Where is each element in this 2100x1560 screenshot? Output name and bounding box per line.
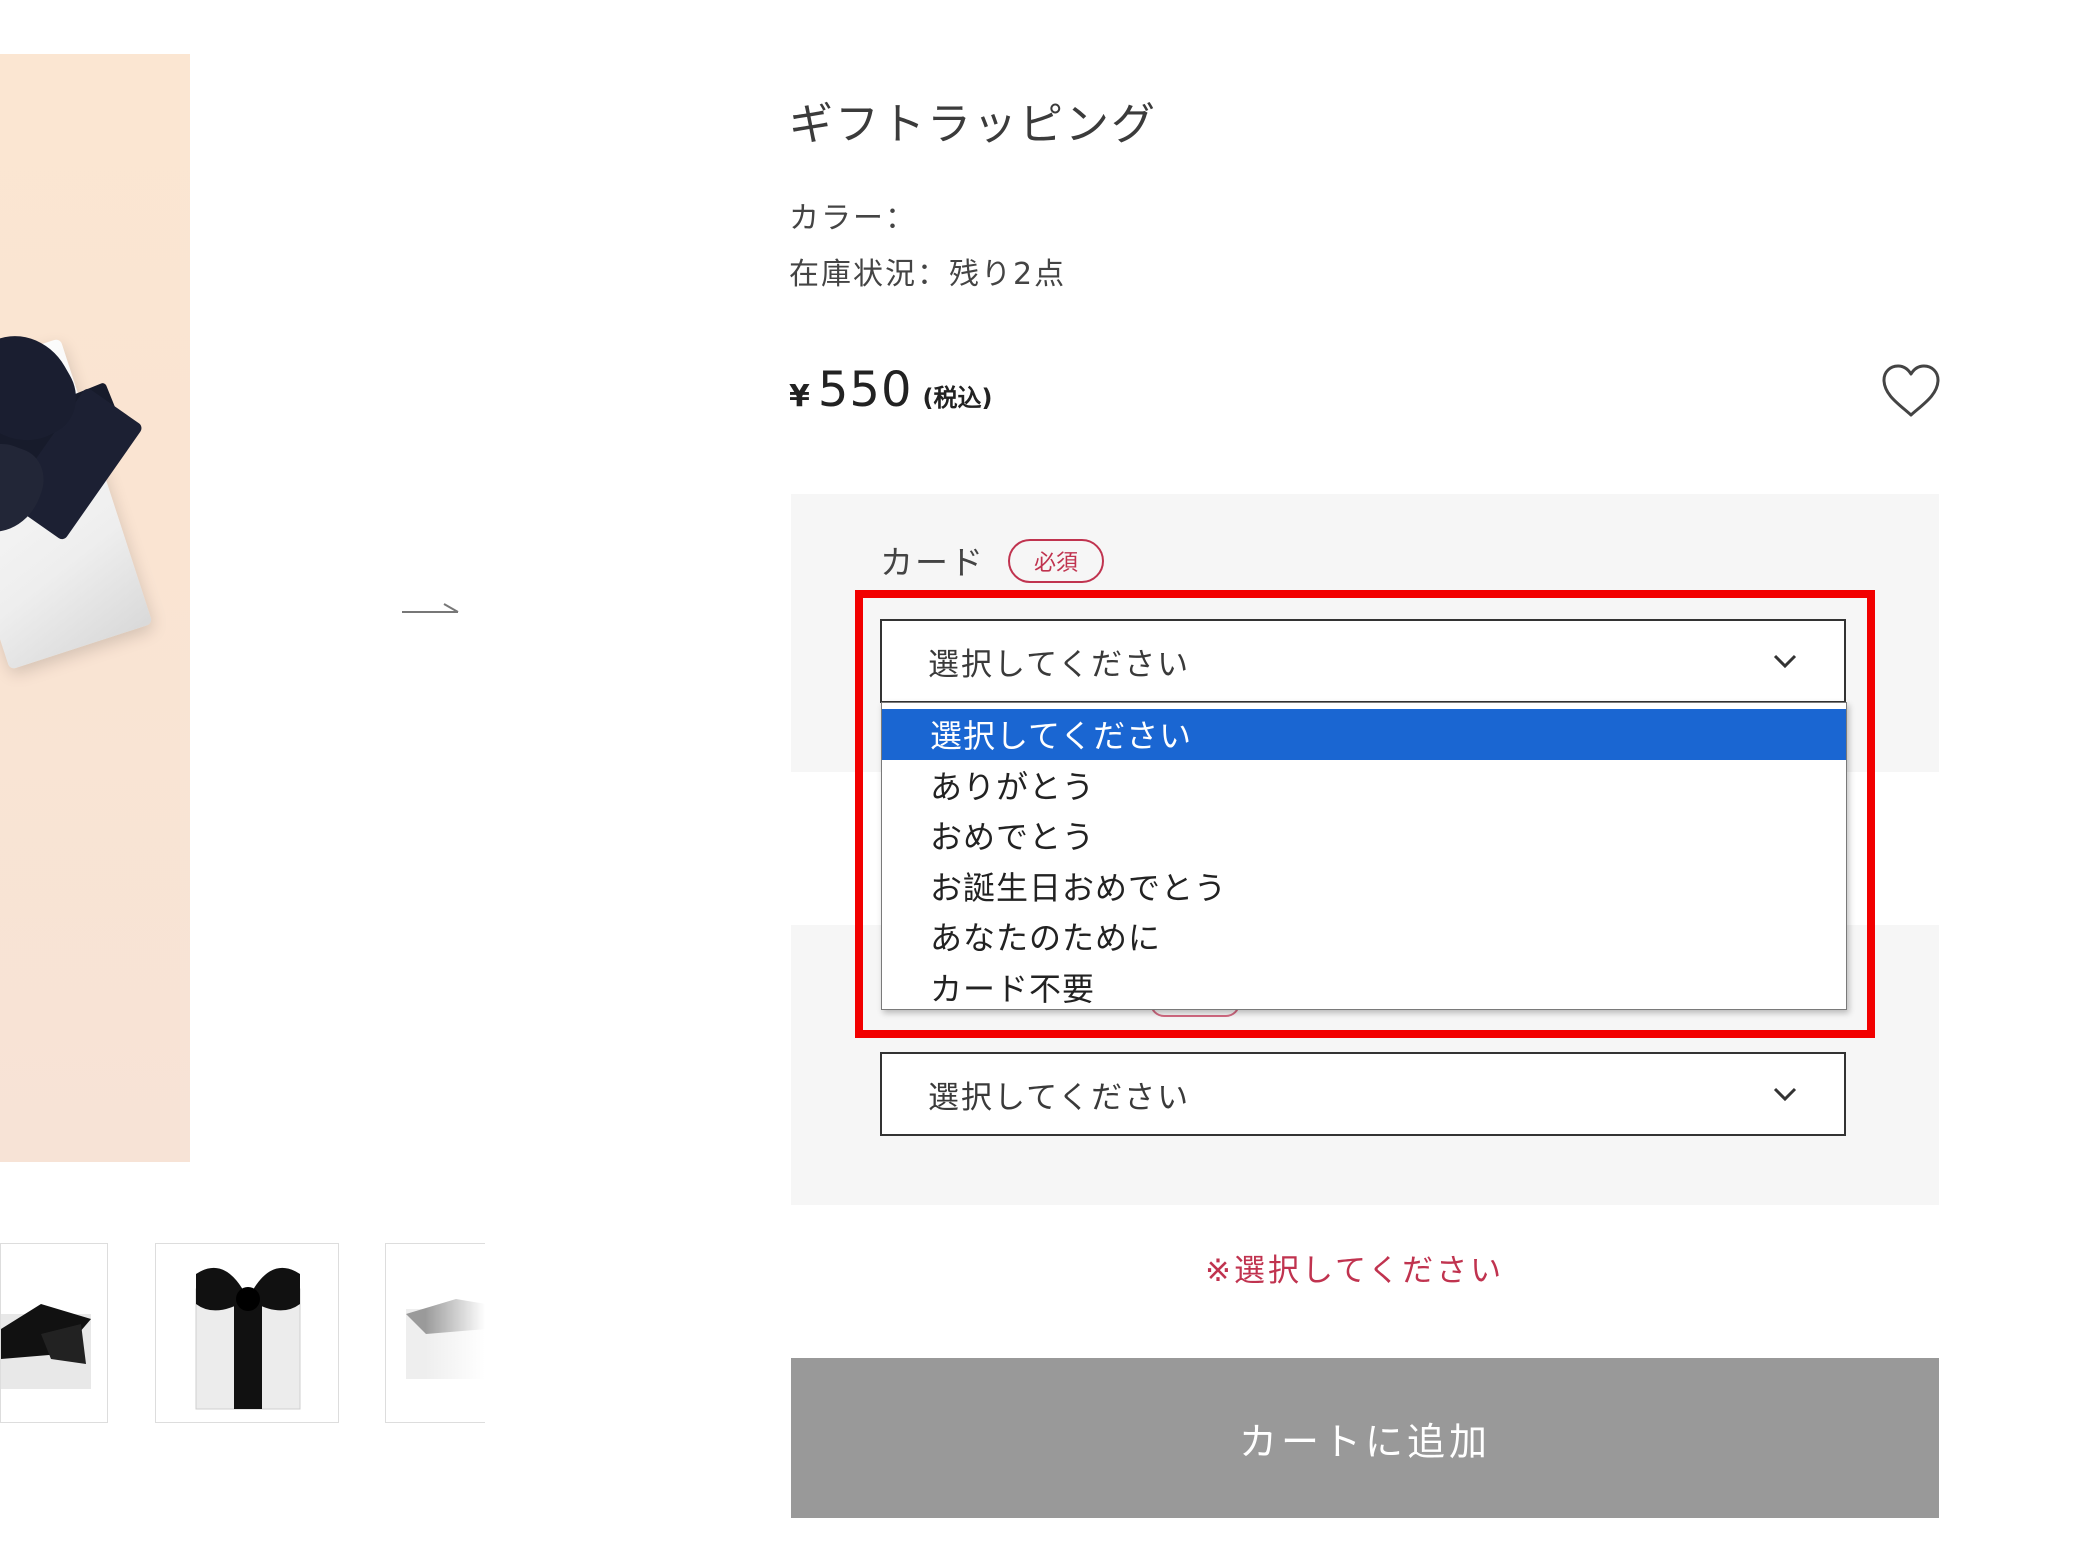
card-dropdown-list: 選択してください ありがとう おめでとう お誕生日おめでとう あなたのために カ… <box>881 702 1847 1010</box>
dropdown-option[interactable]: カード不要 <box>882 962 1846 1013</box>
dropdown-option[interactable]: おめでとう <box>882 810 1846 861</box>
product-main-image <box>0 54 190 1162</box>
chevron-down-icon <box>1773 654 1797 669</box>
selection-warning: ※選択してください <box>1205 1253 1505 1289</box>
thumbnail-fade <box>425 1244 485 1422</box>
price: ¥ 550 (税込) <box>789 362 992 418</box>
thumbnail-2[interactable] <box>155 1243 339 1423</box>
required-badge: 必須 <box>1008 539 1104 583</box>
thumbnail-3[interactable] <box>385 1243 485 1423</box>
card-select[interactable]: 選択してください <box>880 619 1846 703</box>
card-option-label: カード <box>880 543 985 582</box>
favorite-button[interactable] <box>1880 363 1942 419</box>
price-amount: 550 <box>817 362 913 418</box>
price-currency: ¥ <box>789 379 810 414</box>
arrow-right-icon <box>402 603 459 613</box>
thumbnail-image <box>1 1304 91 1389</box>
second-option-select[interactable]: 選択してください <box>880 1052 1846 1136</box>
price-tax-note: (税込) <box>922 384 993 412</box>
dropdown-option[interactable]: ありがとう <box>882 760 1846 811</box>
stock-status: 在庫状況：残り2点 <box>789 257 1067 292</box>
add-to-cart-button[interactable]: カートに追加 <box>791 1358 1939 1518</box>
dropdown-option[interactable]: 選択してください <box>882 709 1846 760</box>
chevron-down-icon <box>1773 1087 1797 1102</box>
thumbnail-1[interactable] <box>0 1243 108 1423</box>
color-label: カラー： <box>789 201 917 236</box>
dropdown-option[interactable]: あなたのために <box>882 911 1846 962</box>
dropdown-option[interactable]: お誕生日おめでとう <box>882 861 1846 912</box>
heart-outline-icon <box>1882 364 1940 417</box>
second-select-value: 選択してください <box>928 1079 1191 1116</box>
next-image-button[interactable] <box>400 590 460 626</box>
thumbnail-image <box>195 1267 301 1410</box>
card-select-value: 選択してください <box>928 646 1191 683</box>
product-title: ギフトラッピング <box>789 99 1157 150</box>
